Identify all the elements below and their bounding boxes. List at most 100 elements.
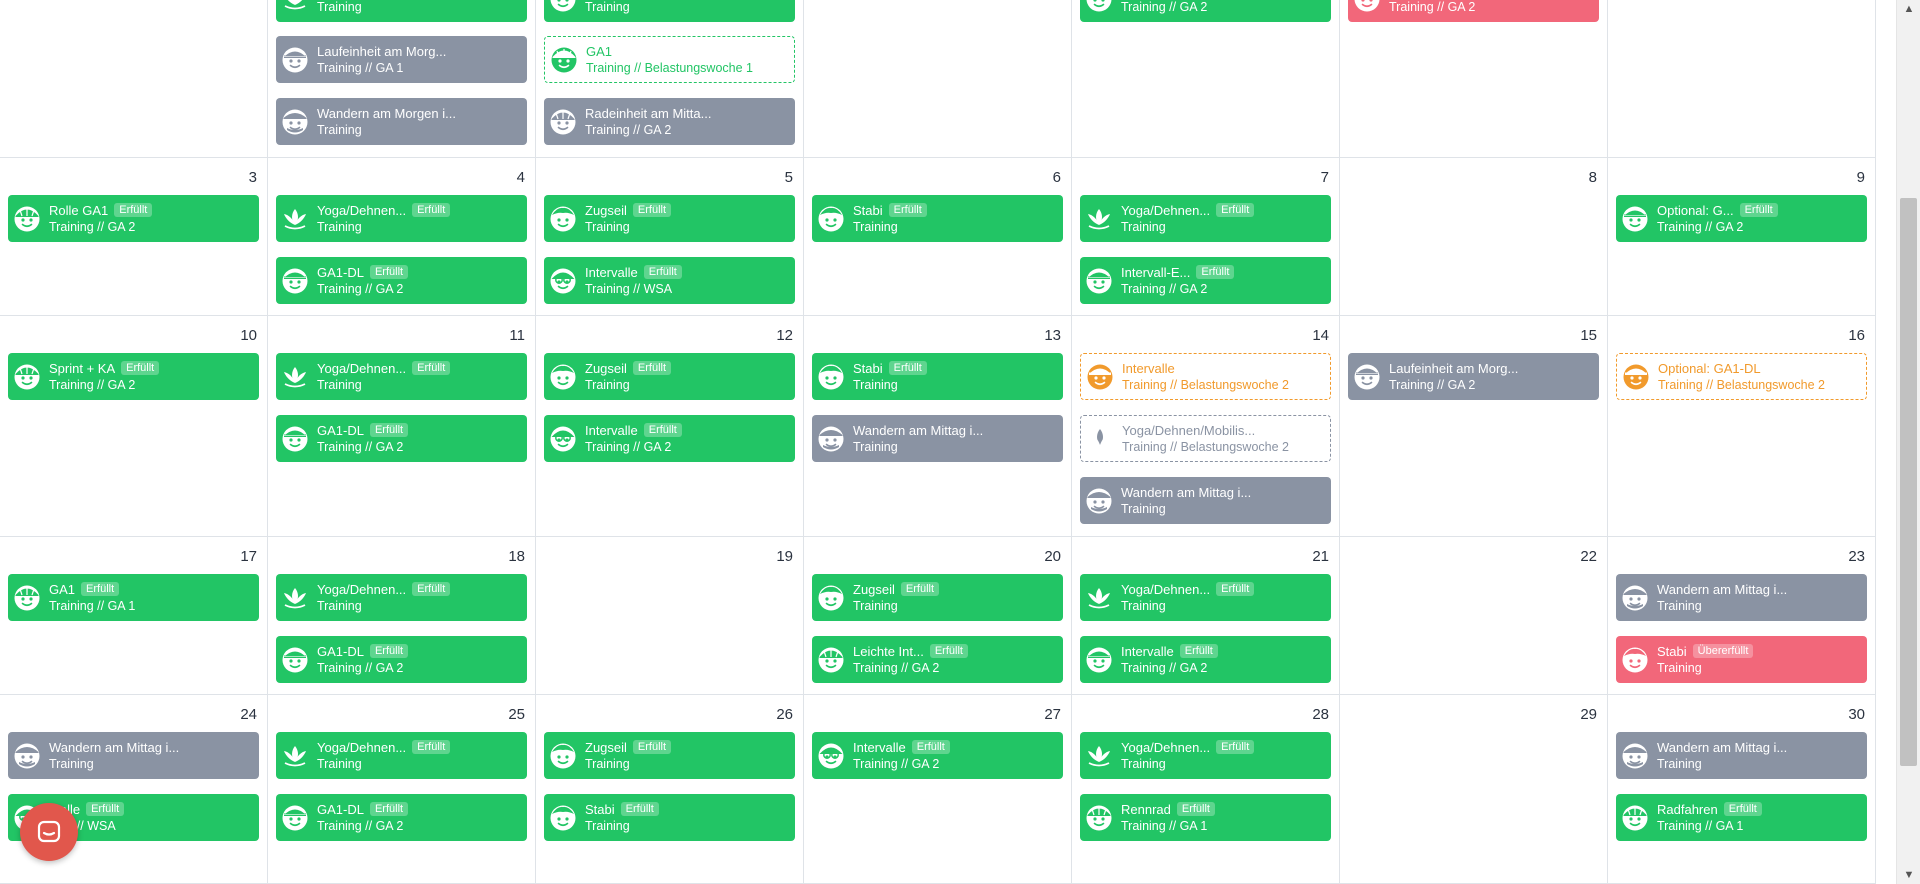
calendar-day-cell[interactable]: 21 Yoga/Dehnen... Erfüllt Training Intervall… — [1072, 537, 1340, 694]
calendar-day-cell[interactable]: 27 Intervalle Erfüllt Training // GA 2 — [804, 695, 1072, 883]
calendar-day-cell[interactable]: 26 Zugseil Erfüllt Training Stabi Erfüllt Trai… — [536, 695, 804, 883]
calendar-day-cell[interactable]: 3 Rolle GA1 Erfüllt Training // GA 2 — [0, 158, 268, 315]
calendar-day-cell[interactable]: 10 Sprint + KA Erfüllt Training // GA 2 — [0, 316, 268, 536]
training-event-card[interactable]: Yoga/Dehnen...ErfülltTraining — [276, 353, 527, 400]
training-event-card[interactable]: Intervalle Erfüllt Training // WSA — [544, 257, 795, 304]
training-event-card[interactable]: Yoga/Dehnen...ErfülltTraining — [276, 574, 527, 621]
training-event-card[interactable]: Intervalle Erfüllt Training // GA 2 — [1080, 636, 1331, 683]
calendar-day-cell[interactable]: 5 Zugseil Erfüllt Training Intervalle Erfüllt… — [536, 158, 804, 315]
training-event-card[interactable]: Laufeinheit am Morg... Training // GA 2 — [1348, 353, 1599, 400]
training-event-card[interactable]: Wandern am Mittag i... Training — [1616, 732, 1867, 779]
training-event-card[interactable]: Wandern am Mittag i... Training — [1080, 477, 1331, 524]
training-event-card[interactable]: Intervalle Training // Belastungswoche 2 — [1080, 353, 1331, 400]
calendar-day-cell[interactable]: 20 Zugseil Erfüllt Training Leichte Int... Er… — [804, 537, 1072, 694]
training-event-card[interactable]: Rennrad Erfüllt Training // GA 1 — [1080, 794, 1331, 841]
training-event-card[interactable]: ZugseilErfülltTraining — [812, 574, 1063, 621]
training-event-card[interactable]: ZugseilErfülltTraining — [544, 0, 795, 22]
scrollbar-thumb[interactable] — [1900, 198, 1917, 766]
training-event-card[interactable]: ZugseilErfülltTraining — [544, 353, 795, 400]
training-event-card[interactable]: Laufeinheit am Morg... Training // GA 1 — [276, 36, 527, 83]
calendar-day-cell[interactable]: 12 Zugseil Erfüllt Training Intervalle Erfüll… — [536, 316, 804, 536]
training-event-card[interactable]: Yoga/Dehnen...ErfülltTraining — [276, 732, 527, 779]
training-event-card[interactable]: GA1-DL Erfüllt Training // GA 2 — [276, 257, 527, 304]
training-event-card[interactable]: GA1-DL Erfüllt Training // GA 2 — [276, 636, 527, 683]
hiker-avatar-icon — [1621, 584, 1649, 612]
training-event-card[interactable]: Stabi Erfüllt Training — [812, 195, 1063, 242]
calendar-day-cell[interactable]: 4 Yoga/Dehnen... Erfüllt Training GA1-DL Erfü… — [268, 158, 536, 315]
training-event-card[interactable]: Stabi Erfüllt Training — [544, 794, 795, 841]
event-text: Stabi Übererfüllt Training — [1657, 643, 1754, 677]
training-event-card[interactable]: Optional: G... Erfüllt Training // GA 2 — [1616, 195, 1867, 242]
training-event-card[interactable]: Wandern am Mittag i... Training — [812, 415, 1063, 462]
face-avatar-icon — [817, 205, 845, 233]
calendar-day-cell[interactable]: 28 Yoga/Dehnen... Erfüllt Training Rennrad Er… — [1072, 695, 1340, 883]
training-event-card[interactable]: GA1-DL Erfüllt Training // GA 2 — [276, 794, 527, 841]
calendar-day-cell[interactable]: 17 GA1 Erfüllt Training // GA 1 — [0, 537, 268, 694]
calendar-day-cell[interactable]: Yoga/Dehnen...ErfülltTraining Laufeinheit… — [268, 0, 536, 157]
day-number: 18 — [508, 548, 525, 565]
training-event-card[interactable]: Stabi Erfüllt Training — [812, 353, 1063, 400]
scroll-down-arrow-icon[interactable]: ▼ — [1897, 866, 1920, 884]
training-event-card[interactable]: Intervalle Erfüllt Training // GA 2 — [812, 732, 1063, 779]
training-event-card[interactable]: Yoga/Dehnen...ErfülltTraining — [276, 0, 527, 22]
calendar-day-cell[interactable] — [1608, 0, 1876, 157]
calendar-day-cell[interactable]: 29 — [1340, 695, 1608, 883]
event-title-row: Intervalle Erfüllt — [1121, 643, 1218, 660]
training-event-card[interactable]: Optional: GA1-DL Training // Belastungswo… — [1616, 353, 1867, 400]
event-subtitle: Training — [317, 219, 362, 234]
training-event-card[interactable]: ZugseilErfülltTraining — [544, 195, 795, 242]
vertical-scrollbar[interactable]: ▲ ▼ — [1896, 0, 1920, 884]
calendar-day-cell[interactable]: 16 Optional: GA1-DL Training // Belastungs… — [1608, 316, 1876, 536]
calendar-day-cell[interactable]: 13 Stabi Erfüllt Training Wandern am Mittag … — [804, 316, 1072, 536]
calendar-day-cell[interactable]: 8 — [1340, 158, 1608, 315]
calendar-day-cell[interactable]: 7 Yoga/Dehnen... Erfüllt Training Intervall-… — [1072, 158, 1340, 315]
training-event-card[interactable]: Rolle GA1 Erfüllt Training // GA 2 — [8, 195, 259, 242]
training-event-card[interactable]: Leichte Int... Erfüllt Training // GA 2 — [812, 636, 1063, 683]
training-event-card[interactable]: Wandern am Morgen i... Training — [276, 98, 527, 145]
training-event-card[interactable]: Yoga/Dehnen...ErfülltTraining — [1080, 574, 1331, 621]
training-event-card[interactable]: GA1 Training // Belastungswoche 1 — [544, 36, 795, 83]
training-event-card[interactable]: Sprint + KA Erfüllt Training // GA 2 — [8, 353, 259, 400]
training-event-card[interactable]: Test2ErfülltTraining // GA 2 — [1080, 0, 1331, 22]
calendar-day-cell[interactable]: 6 Stabi Erfüllt Training — [804, 158, 1072, 315]
event-subtitle: Training — [317, 598, 362, 613]
training-event-card[interactable]: LaufenÜbererfülltTraining // GA 2 — [1348, 0, 1599, 22]
training-event-card[interactable]: Intervalle Erfüllt Training // GA 2 — [544, 415, 795, 462]
calendar-day-cell[interactable]: 11 Yoga/Dehnen... Erfüllt Training GA1-DL Erf… — [268, 316, 536, 536]
scroll-up-arrow-icon[interactable]: ▲ — [1897, 0, 1920, 18]
calendar-day-cell[interactable] — [0, 0, 268, 157]
day-number: 25 — [508, 706, 525, 723]
chat-launcher-button[interactable] — [20, 803, 78, 861]
calendar-day-cell[interactable]: 30 Wandern am Mittag i... Training Radfahre… — [1608, 695, 1876, 883]
day-number: 8 — [1588, 169, 1597, 186]
calendar-day-cell[interactable]: 22 — [1340, 537, 1608, 694]
training-event-card[interactable]: Yoga/Dehnen/Mobilis... Training // Belast… — [1080, 415, 1331, 462]
training-event-card[interactable]: Radeinheit am Mitta... Training // GA 2 — [544, 98, 795, 145]
calendar-day-cell[interactable]: 18 Yoga/Dehnen... Erfüllt Training GA1-DL Erf… — [268, 537, 536, 694]
training-event-card[interactable]: Yoga/Dehnen...ErfülltTraining — [1080, 195, 1331, 242]
training-event-card[interactable]: Stabi Übererfüllt Training — [1616, 636, 1867, 683]
calendar-day-cell[interactable]: 25 Yoga/Dehnen... Erfüllt Training GA1-DL Erf… — [268, 695, 536, 883]
event-title: Yoga/Dehnen... — [317, 739, 407, 755]
training-event-card[interactable]: Yoga/Dehnen...ErfülltTraining — [276, 195, 527, 242]
status-badge: Erfüllt — [643, 265, 682, 279]
training-event-card[interactable]: GA1 Erfüllt Training // GA 1 — [8, 574, 259, 621]
calendar-day-cell[interactable]: 9 Optional: G... Erfüllt Training // GA 2 — [1608, 158, 1876, 315]
status-badge: Erfüllt — [620, 802, 659, 816]
training-event-card[interactable]: Radfahren Erfüllt Training // GA 1 — [1616, 794, 1867, 841]
training-event-card[interactable]: Intervall-E... Erfüllt Training // GA 2 — [1080, 257, 1331, 304]
calendar-day-cell[interactable]: 15 Laufeinheit am Morg... Training // GA 2 — [1340, 316, 1608, 536]
day-number: 11 — [509, 327, 525, 344]
training-event-card[interactable]: Yoga/Dehnen...ErfülltTraining — [1080, 732, 1331, 779]
calendar-day-cell[interactable]: ZugseilErfülltTraining GA1Training // Bel… — [536, 0, 804, 157]
calendar-day-cell[interactable]: 14 Intervalle Training // Belastungswoche … — [1072, 316, 1340, 536]
training-event-card[interactable]: GA1-DL Erfüllt Training // GA 2 — [276, 415, 527, 462]
calendar-day-cell[interactable]: LaufenÜbererfülltTraining // GA 2 — [1340, 0, 1608, 157]
training-event-card[interactable]: Wandern am Mittag i... Training — [8, 732, 259, 779]
training-event-card[interactable]: ZugseilErfülltTraining — [544, 732, 795, 779]
calendar-day-cell[interactable]: 23 Wandern am Mittag i... Training Stabi Übe… — [1608, 537, 1876, 694]
training-event-card[interactable]: Wandern am Mittag i... Training — [1616, 574, 1867, 621]
calendar-day-cell[interactable]: Test2ErfülltTraining // GA 2 — [1072, 0, 1340, 157]
calendar-day-cell[interactable] — [804, 0, 1072, 157]
calendar-day-cell[interactable]: 19 — [536, 537, 804, 694]
